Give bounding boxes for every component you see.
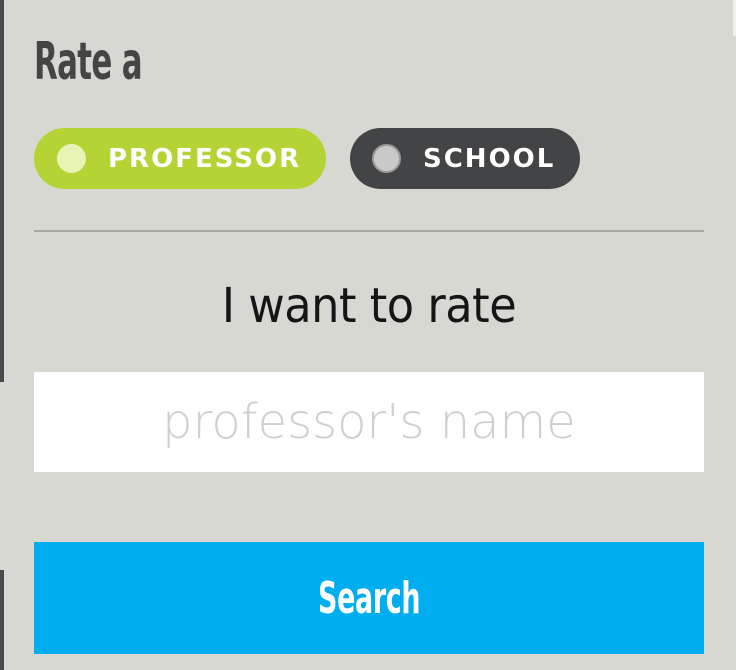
rate-prompt: I want to rate [221,278,517,334]
left-edge-bar-top [0,0,4,382]
search-button-label: Search [317,572,421,624]
panel-title: Rate a [34,32,143,92]
professor-name-input[interactable] [34,372,704,472]
divider [34,230,704,232]
radio-unselected-icon [372,144,401,173]
school-toggle-label: SCHOOL [423,143,556,174]
rate-panel: Rate a PROFESSOR SCHOOL I want to rate S… [34,0,704,670]
radio-selected-icon [57,144,86,173]
school-toggle[interactable]: SCHOOL [350,128,580,189]
search-button[interactable]: Search [34,542,704,654]
professor-toggle-label: PROFESSOR [108,143,302,174]
professor-toggle[interactable]: PROFESSOR [34,128,326,189]
left-edge-bar-bottom [0,570,4,670]
